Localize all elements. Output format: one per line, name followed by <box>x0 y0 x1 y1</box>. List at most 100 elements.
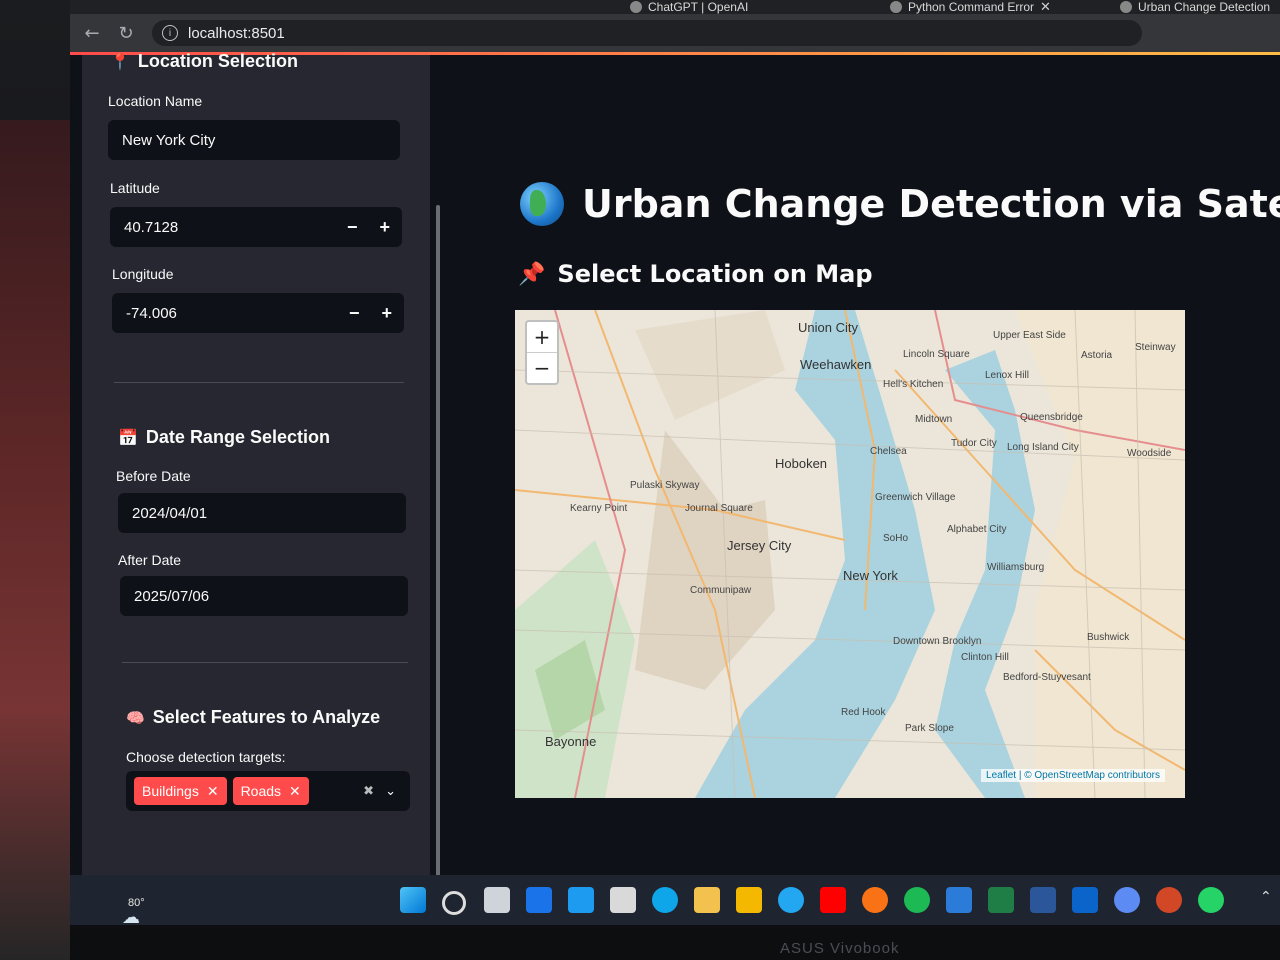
desk-background <box>0 120 70 960</box>
map-label: Journal Square <box>685 503 753 514</box>
map-label: Midtown <box>915 414 953 425</box>
globe-icon <box>520 182 564 226</box>
chevron-down-icon[interactable]: ⌄ <box>385 783 396 799</box>
tab-urban-change[interactable]: Urban Change Detection <box>1120 0 1270 14</box>
tab-favicon-icon <box>890 1 902 13</box>
app-icon[interactable] <box>736 887 762 913</box>
youtube-icon[interactable] <box>820 887 846 913</box>
browser-tab-bar: ChatGPT | OpenAI Python Command Error ✕ … <box>70 0 1280 14</box>
map-label: Chelsea <box>870 446 907 457</box>
map-section-title: 📌 Select Location on Map <box>518 260 873 288</box>
reload-icon[interactable]: ↻ <box>114 21 138 45</box>
map-label: Upper East Side <box>993 330 1066 341</box>
map-label: Red Hook <box>841 707 886 718</box>
location-name-input[interactable]: New York City <box>108 120 400 160</box>
search-icon[interactable] <box>442 891 466 915</box>
chevron-up-icon[interactable]: ⌃ <box>1260 889 1272 905</box>
calendar-icon: 📅 <box>118 429 138 447</box>
outlook-icon[interactable] <box>1072 887 1098 913</box>
close-tab-icon[interactable]: ✕ <box>1040 0 1051 15</box>
after-date-input[interactable]: 2025/07/06 <box>120 576 408 616</box>
latitude-decrement-button[interactable]: − <box>347 217 358 238</box>
weather-icon[interactable]: ☁ <box>122 907 140 928</box>
app-icon[interactable] <box>568 887 594 913</box>
pin-icon: 📍 <box>110 53 130 71</box>
map-label: Hell's Kitchen <box>883 379 944 390</box>
before-date-label: Before Date <box>116 468 191 484</box>
map-label: Kearny Point <box>570 503 628 514</box>
start-icon[interactable] <box>400 887 426 913</box>
page-title: Urban Change Detection via Satellite <box>520 182 1280 226</box>
url-input[interactable]: i localhost:8501 <box>152 20 1142 46</box>
address-bar: ← ↻ i localhost:8501 <box>70 14 1280 52</box>
folder-icon[interactable] <box>694 887 720 913</box>
whatsapp-icon[interactable] <box>1198 887 1224 913</box>
zoom-out-button[interactable]: − <box>527 353 557 383</box>
chip-roads[interactable]: Roads ✕ <box>232 777 309 805</box>
spotify-icon[interactable] <box>904 887 930 913</box>
zoom-in-button[interactable]: + <box>527 322 557 353</box>
leaflet-map[interactable]: + − Union City Weehawken Hoboken Jersey … <box>515 310 1185 798</box>
map-label: Bushwick <box>1087 632 1130 643</box>
map-label: Jersey City <box>727 538 792 553</box>
location-name-label: Location Name <box>108 93 203 109</box>
map-tiles <box>515 310 1185 798</box>
tab-python-error[interactable]: Python Command Error ✕ <box>890 0 1051 14</box>
excel-icon[interactable] <box>988 887 1014 913</box>
features-multiselect[interactable]: Buildings ✕ Roads ✕ ✖ ⌄ <box>126 771 410 811</box>
map-label: Weehawken <box>800 357 872 372</box>
remove-chip-icon[interactable]: ✕ <box>289 783 301 800</box>
map-label: Park Slope <box>905 723 954 734</box>
url-text: localhost:8501 <box>188 24 285 42</box>
cortana-icon[interactable] <box>778 887 804 913</box>
longitude-increment-button[interactable]: + <box>381 303 392 324</box>
brain-icon: 🧠 <box>126 709 145 727</box>
back-arrow-icon[interactable]: ← <box>80 21 104 45</box>
map-label: SoHo <box>883 533 909 544</box>
map-label: Tudor City <box>951 438 997 449</box>
tab-label: Urban Change Detection <box>1138 0 1271 14</box>
map-label: Greenwich Village <box>875 492 956 503</box>
site-info-icon[interactable]: i <box>162 25 178 41</box>
app-icon[interactable] <box>1114 887 1140 913</box>
map-label: Pulaski Skyway <box>630 480 700 491</box>
weather-temp[interactable]: 80° <box>128 897 145 909</box>
map-zoom-control: + − <box>525 320 559 385</box>
latitude-increment-button[interactable]: + <box>379 217 390 238</box>
sidebar-scrollbar[interactable] <box>436 205 440 895</box>
before-date-input[interactable]: 2024/04/01 <box>118 493 406 533</box>
longitude-number-input[interactable]: -74.006 − + <box>112 293 404 333</box>
latitude-number-input[interactable]: 40.7128 − + <box>110 207 402 247</box>
tab-chatgpt[interactable]: ChatGPT | OpenAI <box>630 0 748 14</box>
store-icon[interactable] <box>610 887 636 913</box>
sidebar: 📍 Location Selection Location Name New Y… <box>82 51 440 895</box>
features-header: 🧠 Select Features to Analyze <box>126 707 381 727</box>
map-attribution[interactable]: Leaflet | © OpenStreetMap contributors <box>981 769 1165 782</box>
openai-icon <box>630 1 642 13</box>
map-label: Hoboken <box>775 456 828 471</box>
map-label: Williamsburg <box>987 562 1045 573</box>
app-icon[interactable] <box>526 887 552 913</box>
divider <box>122 662 408 663</box>
map-label: Lenox Hill <box>985 370 1029 381</box>
edge-icon[interactable] <box>652 887 678 913</box>
word-icon[interactable] <box>1030 887 1056 913</box>
location-selection-header: 📍 Location Selection <box>110 51 298 71</box>
longitude-decrement-button[interactable]: − <box>349 303 360 324</box>
clear-all-icon[interactable]: ✖ <box>363 783 374 799</box>
map-label: Alphabet City <box>947 524 1007 535</box>
remove-chip-icon[interactable]: ✕ <box>207 783 219 800</box>
map-label: Lincoln Square <box>903 349 970 360</box>
pushpin-icon: 📌 <box>518 261 546 287</box>
task-view-icon[interactable] <box>484 887 510 913</box>
tab-label: Python Command Error <box>908 0 1035 14</box>
map-label: Steinway <box>1135 342 1176 353</box>
vscode-icon[interactable] <box>946 887 972 913</box>
map-label: Downtown Brooklyn <box>893 636 982 647</box>
tab-label: ChatGPT | OpenAI <box>648 0 749 14</box>
app-icon[interactable] <box>862 887 888 913</box>
windows-taskbar: ☁ 80° ⌃ <box>70 875 1280 928</box>
powerpoint-icon[interactable] <box>1156 887 1182 913</box>
map-label: Queensbridge <box>1020 412 1083 423</box>
chip-buildings[interactable]: Buildings ✕ <box>134 777 227 805</box>
